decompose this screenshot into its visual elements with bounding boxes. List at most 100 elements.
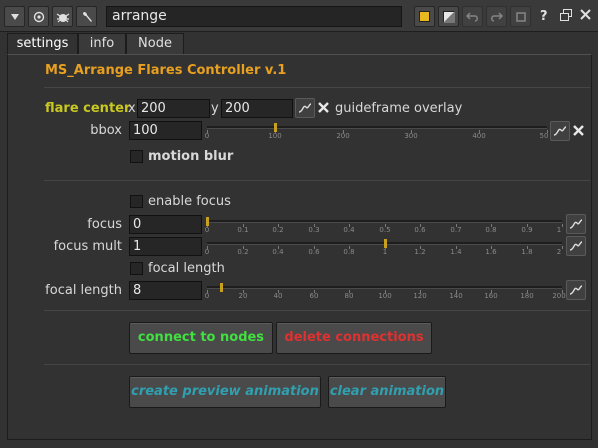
bbox-slider[interactable]: 0 100 200 300 400 50 [204, 123, 549, 145]
slider-tick-label: 20 [238, 292, 248, 300]
focus-input[interactable]: 0 [129, 215, 202, 234]
redo-icon[interactable] [486, 6, 507, 27]
create-preview-animation-button[interactable]: create preview animation [129, 376, 321, 408]
motion-blur-label: motion blur [148, 149, 234, 164]
slider-tick-label: 120 [413, 292, 427, 300]
slider-tick-label: 160 [484, 292, 498, 300]
panel-title: MS_Arrange Flares Controller v.1 [45, 63, 287, 78]
focus-slider[interactable]: 0 0.1 0.2 0.3 0.4 0.5 0.6 0.7 0.8 0.9 1 [204, 217, 563, 239]
slider-tick-label: 0.8 [343, 248, 355, 256]
slider-track[interactable] [207, 286, 562, 289]
slider-tick-label: 1.4 [450, 248, 462, 256]
slider-handle[interactable] [220, 283, 223, 292]
divider [44, 310, 590, 311]
slider-tick-label: 0.3 [308, 226, 320, 234]
bbox-input[interactable]: 100 [129, 121, 202, 140]
motion-blur-checkbox[interactable] [130, 150, 143, 163]
clear-animation-button[interactable]: clear animation [328, 376, 446, 408]
slider-tick-label: 180 [520, 292, 534, 300]
tab-node[interactable]: Node [126, 33, 184, 55]
slider-tick-label: 0.6 [414, 226, 426, 234]
slider-track[interactable] [207, 220, 562, 223]
slider-tick-label: 0 [204, 248, 210, 256]
connect-to-nodes-button[interactable]: connect to nodes [129, 322, 273, 354]
revert-icon[interactable] [510, 6, 531, 27]
focal-length-input[interactable]: 8 [129, 281, 202, 300]
slider-tick-label: 60 [309, 292, 319, 300]
gl-color-swatch-icon[interactable] [438, 6, 459, 27]
slider-tick-label: 0 [204, 132, 210, 140]
wrench-icon[interactable] [76, 6, 97, 27]
flare-center-label: flare center [45, 101, 131, 116]
guideframe-checkbox-checked-icon[interactable] [318, 102, 329, 117]
title-bar: arrange ? [0, 0, 598, 32]
slider-tick-label: 0.2 [237, 248, 249, 256]
divider [44, 87, 590, 88]
slider-tick-label: 1 [556, 226, 562, 234]
focal-length-animation-curve-icon[interactable] [566, 280, 586, 300]
undo-icon[interactable] [462, 6, 483, 27]
focal-length-checkbox[interactable] [130, 262, 143, 275]
slider-tick [562, 224, 563, 227]
focus-animation-curve-icon[interactable] [566, 214, 586, 234]
slider-tick-label: 0.1 [237, 226, 249, 234]
slider-tick-label: 1.2 [414, 248, 426, 256]
flare-center-x-input[interactable]: 200 [137, 99, 210, 118]
focus-mult-slider[interactable]: 0 0.2 0.4 0.6 0.8 1 1.2 1.4 1.6 1.8 2 [204, 239, 563, 261]
delete-connections-button[interactable]: delete connections [276, 322, 432, 354]
focal-length-label: focal length [45, 283, 122, 298]
float-window-icon[interactable] [560, 9, 572, 25]
focus-mult-label: focus mult [53, 239, 122, 254]
bbox-animation-curve-icon[interactable] [550, 121, 570, 141]
slider-tick-label: 0.2 [272, 226, 284, 234]
slider-tick-label: 400 [472, 132, 486, 140]
help-icon[interactable]: ? [540, 9, 548, 24]
focus-mult-input[interactable]: 1 [129, 237, 202, 256]
slider-tick-label: 1.6 [485, 248, 497, 256]
slider-tick-label: 0.7 [450, 226, 462, 234]
slider-tick-label: 0.4 [272, 248, 284, 256]
x-label: x [128, 101, 136, 116]
slider-tick-label: 300 [404, 132, 418, 140]
center-node-icon[interactable] [28, 6, 49, 27]
slider-tick-label: 0.4 [343, 226, 355, 234]
slider-handle[interactable] [206, 217, 209, 226]
slider-tick-label: 100 [268, 132, 282, 140]
slider-tick-label: 200 [552, 292, 566, 300]
collapse-arrow-icon[interactable] [4, 6, 25, 27]
slider-tick-label: 1 [382, 248, 388, 256]
animation-curve-icon[interactable] [295, 98, 315, 118]
focal-length-toggle-label: focal length [148, 261, 225, 276]
focal-length-slider[interactable]: 0 20 40 60 80 100 120 140 160 180 200 [204, 283, 566, 305]
slider-tick-label: 0 [204, 226, 210, 234]
settings-panel: MS_Arrange Flares Controller v.1 flare c… [7, 54, 592, 440]
slider-tick-label: 1.8 [521, 248, 533, 256]
focus-label: focus [87, 217, 122, 232]
slider-tick-label: 140 [449, 292, 463, 300]
y-label: y [211, 101, 219, 116]
slider-handle[interactable] [274, 123, 277, 132]
divider [44, 180, 590, 181]
slider-tick-label: 200 [336, 132, 350, 140]
slider-tick-label: 50 [539, 132, 549, 140]
slider-tick [562, 246, 563, 249]
bbox-label: bbox [90, 123, 122, 138]
focus-mult-animation-curve-icon[interactable] [566, 236, 586, 256]
slider-track[interactable] [207, 126, 547, 129]
bbox-link-x-icon[interactable] [573, 125, 584, 140]
bug-icon[interactable] [52, 6, 73, 27]
enable-focus-label: enable focus [148, 194, 231, 209]
tab-settings[interactable]: settings [7, 33, 78, 55]
flare-center-y-input[interactable]: 200 [221, 99, 293, 118]
enable-focus-checkbox[interactable] [130, 195, 143, 208]
slider-tick-label: 0.5 [379, 226, 391, 234]
tab-info[interactable]: info [78, 33, 126, 55]
slider-tick-label: 0 [204, 292, 210, 300]
slider-tick-label: 80 [344, 292, 354, 300]
guideframe-overlay-label: guideframe overlay [335, 101, 463, 116]
node-color-swatch-icon[interactable] [414, 6, 435, 27]
close-icon[interactable] [580, 9, 591, 24]
slider-tick-label: 100 [378, 292, 392, 300]
slider-handle[interactable] [384, 239, 387, 248]
node-name-input[interactable]: arrange [106, 6, 402, 27]
